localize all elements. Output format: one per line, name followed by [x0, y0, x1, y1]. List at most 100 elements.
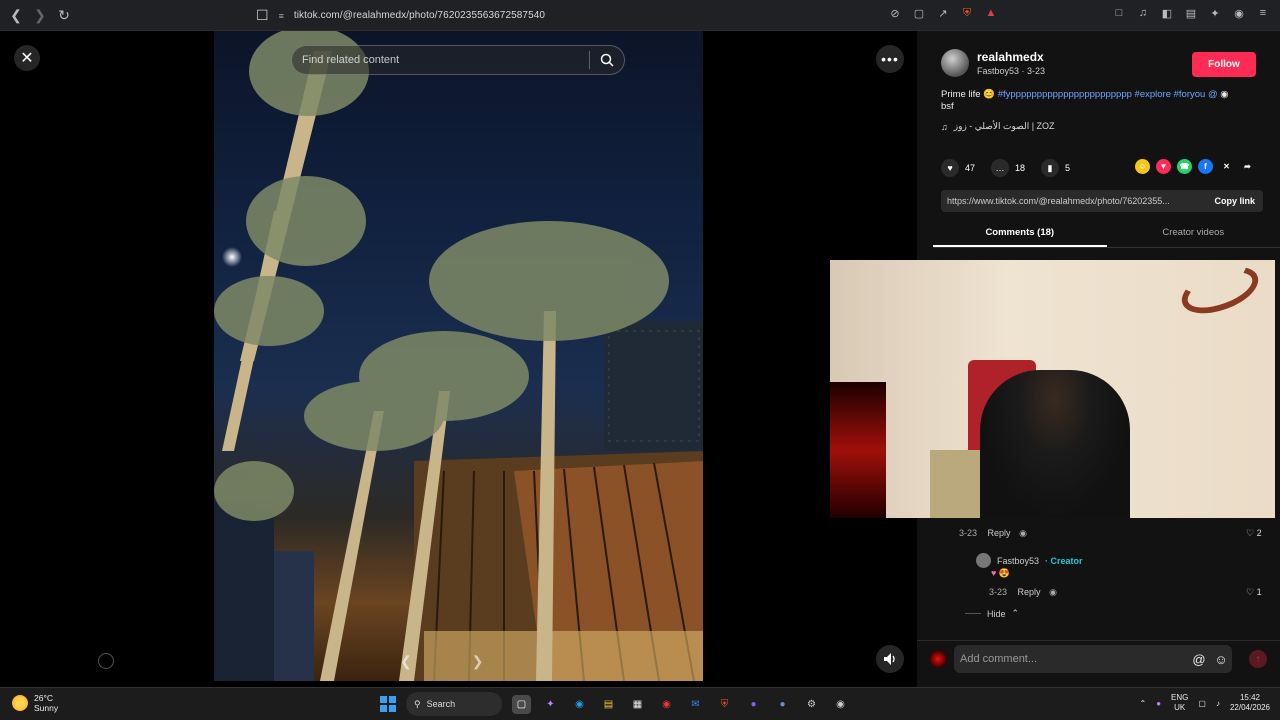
photo-viewer: ✕ Find related content ❮ ❯ •••	[0, 31, 917, 687]
brave-rewards-icon[interactable]: ▲	[984, 6, 998, 20]
bookmark-icon[interactable]: ☐	[256, 7, 269, 24]
chrome-icon[interactable]: ◉	[657, 695, 676, 714]
music-row[interactable]: ♫ الصوت الأصلي - زوز | ZOZ	[941, 121, 1055, 132]
share-arrow-icon[interactable]: ➦	[1240, 159, 1255, 174]
palm-trees-image	[214, 31, 703, 681]
teams-icon[interactable]: ●	[744, 695, 763, 714]
menu-icon[interactable]: ≡	[1256, 6, 1270, 20]
display-icon[interactable]: ▢	[1198, 699, 1206, 708]
comment-input-box[interactable]: @ ☺	[954, 645, 1232, 673]
caption-tags[interactable]: #fyppppppppppppppppppppppp #explore #for…	[998, 89, 1218, 100]
vpn-icon[interactable]: ◉	[1232, 6, 1246, 20]
clock[interactable]: 15:42 22/04/2026	[1230, 693, 1270, 713]
next-photo-icon[interactable]: ❯	[472, 653, 484, 670]
chevron-up-icon[interactable]: ⌃	[1012, 608, 1020, 619]
browser-toolbar: ❮ ❯ ↻ ☐ ≡ tiktok.com/@realahmedx/photo/7…	[0, 0, 1280, 31]
lang-region: UK	[1174, 703, 1186, 712]
friends-share-icon[interactable]: ☺	[1135, 159, 1150, 174]
media-icon[interactable]: ♫	[1136, 6, 1150, 20]
comment-date: 3-23	[959, 528, 978, 538]
reply-meta: 3-23 Reply ◉	[989, 587, 1057, 598]
reply-likes[interactable]: ♡ 1	[1246, 587, 1262, 598]
mail-icon[interactable]: ✉	[686, 695, 705, 714]
related-search-bar[interactable]	[291, 45, 625, 75]
author-block[interactable]: realahmedx Fastboy53 · 3-23	[941, 49, 1045, 77]
comment-icon[interactable]: …	[991, 159, 1010, 177]
whatsapp-icon[interactable]: ☎	[1177, 159, 1192, 174]
mention-avatar-icon[interactable]: ◉	[1220, 89, 1228, 100]
music-title[interactable]: الصوت الأصلي - زوز | ZOZ	[954, 121, 1055, 132]
reply-button[interactable]: Reply	[988, 528, 1011, 538]
volume-icon[interactable]	[876, 645, 904, 673]
like-icon[interactable]: ♥	[941, 159, 959, 177]
language-indicator[interactable]: ENG UK	[1171, 693, 1188, 713]
tab-comments[interactable]: Comments (18)	[933, 225, 1107, 247]
brave-shield-icon[interactable]: ⛨	[960, 6, 974, 20]
facebook-icon[interactable]: f	[1198, 159, 1213, 174]
hide-label[interactable]: Hide	[987, 609, 1006, 619]
copilot-icon[interactable]: ✦	[541, 695, 560, 714]
weather-condition: Sunny	[34, 703, 59, 713]
reload-icon[interactable]: ↻	[56, 7, 72, 23]
steam-icon[interactable]: ⚙	[802, 695, 821, 714]
reply-reply-button[interactable]: Reply	[1018, 587, 1041, 597]
reply-like-icon[interactable]: ♡	[1246, 587, 1254, 597]
related-search-input[interactable]	[292, 54, 589, 66]
brave-icon[interactable]: ⛨	[715, 695, 734, 714]
tab-creator-videos[interactable]: Creator videos	[1107, 225, 1280, 247]
url-text[interactable]: tiktok.com/@realahmedx/photo/76202355636…	[294, 10, 545, 21]
follow-button[interactable]: Follow	[1192, 52, 1256, 77]
screenshot-icon[interactable]: □	[1112, 6, 1126, 20]
taskbar-search[interactable]: ⚲ Search	[406, 692, 502, 716]
close-icon[interactable]: ✕	[14, 45, 40, 71]
speaker-icon[interactable]: ♪	[1216, 699, 1220, 708]
forward-icon[interactable]: ❯	[32, 7, 48, 23]
discord-icon[interactable]: ●	[773, 695, 792, 714]
share-link-text[interactable]: https://www.tiktok.com/@realahmedx/photo…	[941, 196, 1206, 206]
taskbar-search-label: Search	[426, 699, 456, 709]
music-note-icon: ♫	[941, 121, 948, 132]
tray-chevron-icon[interactable]: ⌃	[1140, 699, 1147, 708]
file-explorer-icon[interactable]: ▤	[599, 695, 618, 714]
comment-input[interactable]	[960, 653, 1188, 665]
wall-decoration	[1175, 260, 1265, 323]
creator-name[interactable]: Fastboy53	[997, 556, 1039, 566]
leo-ai-icon[interactable]: ✦	[1208, 6, 1222, 20]
hide-replies[interactable]: Hide ⌃	[965, 608, 1019, 619]
action-row: ♥ 47 … 18 ▮ 5	[941, 159, 1080, 177]
taskbar-search-icon: ⚲	[414, 698, 421, 709]
mic-icon[interactable]: ●	[1156, 699, 1161, 708]
obs-icon[interactable]: ◉	[831, 695, 850, 714]
store-icon[interactable]: ▦	[628, 695, 647, 714]
start-icon[interactable]	[380, 696, 396, 712]
block-icon[interactable]: ⊘	[888, 6, 902, 20]
address-bar[interactable]: ☐ ≡ tiktok.com/@realahmedx/photo/7620235…	[256, 4, 545, 27]
weather-widget[interactable]: 26°C Sunny	[12, 693, 58, 713]
user-avatar[interactable]	[929, 650, 947, 668]
wallet-icon[interactable]: ▤	[1184, 6, 1198, 20]
send-icon[interactable]: ↑	[1249, 650, 1267, 668]
post-photo[interactable]: ❮ ❯	[214, 31, 703, 681]
cast-icon[interactable]: ▢	[912, 6, 926, 20]
creator-avatar[interactable]	[976, 553, 991, 568]
task-view-icon[interactable]: ▢	[512, 694, 531, 714]
back-icon[interactable]: ❮	[8, 7, 24, 23]
site-settings-icon[interactable]: ≡	[279, 11, 284, 21]
search-icon[interactable]	[590, 53, 624, 67]
bookmark-icon[interactable]: ▮	[1041, 159, 1060, 177]
mention-icon[interactable]: @	[1188, 652, 1210, 667]
author-name[interactable]: realahmedx	[977, 50, 1045, 64]
copy-link-button[interactable]: Copy link	[1206, 196, 1263, 206]
prev-photo-icon[interactable]: ❮	[400, 653, 412, 670]
repost-icon[interactable]: ▼	[1156, 159, 1171, 174]
edge-icon[interactable]: ◉	[570, 695, 589, 714]
comment-likes[interactable]: ♡ 2	[1246, 528, 1262, 539]
share-icon[interactable]: ↗	[936, 6, 950, 20]
more-options-icon[interactable]: •••	[876, 45, 904, 73]
comment-like-icon[interactable]: ♡	[1246, 528, 1254, 538]
author-avatar[interactable]	[941, 49, 969, 77]
emoji-icon[interactable]: ☺	[1210, 652, 1232, 667]
x-icon[interactable]: ✕	[1219, 159, 1234, 174]
tab-bar: Comments (18) Creator videos	[933, 225, 1280, 247]
sidebar-icon[interactable]: ◧	[1160, 6, 1174, 20]
